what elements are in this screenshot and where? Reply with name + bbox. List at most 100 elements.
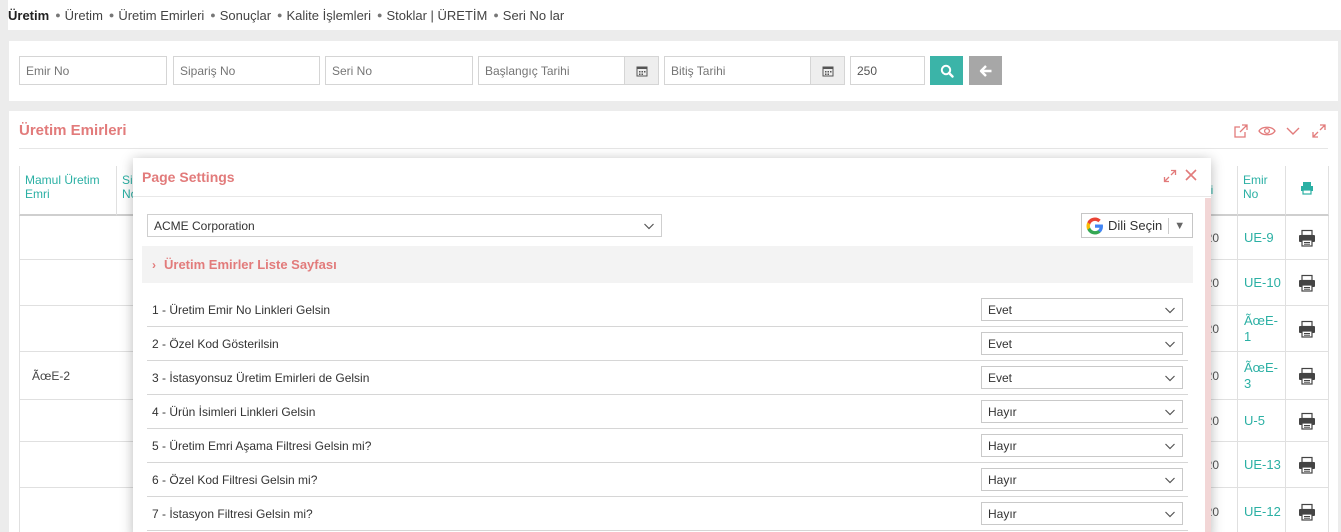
printer-icon — [1301, 182, 1313, 195]
calendar-icon[interactable] — [625, 56, 659, 85]
company-select[interactable]: ACME Corporation — [147, 214, 662, 237]
chevron-down-icon — [1165, 511, 1175, 517]
breadcrumb-separator: ● — [493, 10, 499, 20]
arrow-left-icon — [979, 64, 991, 77]
section-title: Üretim Emirler Liste Sayfası — [164, 257, 337, 272]
print-button[interactable] — [1285, 216, 1329, 259]
setting-value: Hayır — [988, 506, 1017, 521]
print-button[interactable] — [1285, 488, 1329, 532]
cell-emir-link[interactable]: UE-13 — [1237, 442, 1285, 487]
calendar-icon[interactable] — [811, 56, 845, 85]
setting-value: Hayır — [988, 472, 1017, 487]
divider — [1168, 217, 1170, 234]
breadcrumb-item-stoklar[interactable]: Stoklar | ÜRETİM — [386, 8, 487, 23]
divider — [133, 196, 1211, 197]
siparis-no-input[interactable] — [173, 56, 320, 85]
printer-icon — [1299, 503, 1315, 521]
bitis-tarihi-input[interactable] — [664, 56, 811, 85]
modal-scrollbar[interactable] — [1205, 198, 1211, 532]
setting-row: 6 - Özel Kod Filtresi Gelsin mi? Hayır — [147, 463, 1188, 497]
expand-icon[interactable] — [1310, 122, 1328, 140]
printer-icon — [1299, 229, 1315, 247]
setting-select[interactable]: Evet — [981, 298, 1183, 321]
column-header-emir-no[interactable]: Emir No — [1237, 166, 1285, 216]
printer-icon — [1299, 456, 1315, 474]
printer-icon — [1299, 274, 1315, 292]
expand-icon[interactable] — [1163, 169, 1179, 185]
cell-emir-link[interactable]: ÃœE-1 — [1237, 306, 1285, 351]
language-select-button[interactable]: Dili Seçin ▼ — [1081, 213, 1193, 238]
setting-row: 2 - Özel Kod Gösterilsin Evet — [147, 327, 1188, 361]
breadcrumb-item-uretim-emirleri[interactable]: Üretim Emirleri — [118, 8, 204, 23]
breadcrumb-item-uretim[interactable]: Üretim — [65, 8, 103, 23]
breadcrumb-item-uretim-root[interactable]: Üretim — [8, 8, 49, 23]
cell-emir-link[interactable]: UE-10 — [1237, 260, 1285, 305]
google-logo-icon — [1086, 217, 1103, 234]
printer-icon — [1299, 412, 1315, 430]
search-icon — [940, 64, 954, 78]
breadcrumb-item-kalite[interactable]: Kalite İşlemleri — [286, 8, 371, 23]
chevron-down-icon — [1165, 443, 1175, 449]
print-button[interactable] — [1285, 400, 1329, 441]
cell-mamul: ÃœE-2 — [19, 352, 116, 399]
page-settings-modal: Page Settings ACME Corporation Dili Seçi… — [133, 158, 1211, 532]
print-button[interactable] — [1285, 442, 1329, 487]
setting-label: 6 - Özel Kod Filtresi Gelsin mi? — [152, 473, 318, 487]
printer-icon — [1299, 320, 1315, 338]
export-icon[interactable] — [1232, 122, 1250, 140]
breadcrumb-item-seri-no[interactable]: Seri No lar — [503, 8, 564, 23]
setting-select[interactable]: Evet — [981, 332, 1183, 355]
setting-label: 1 - Üretim Emir No Linkleri Gelsin — [152, 303, 331, 317]
setting-row: 4 - Ürün İsimleri Linkleri Gelsin Hayır — [147, 395, 1188, 429]
setting-row: 7 - İstasyon Filtresi Gelsin mi? Hayır — [147, 497, 1188, 531]
chevron-right-icon: › — [152, 257, 156, 272]
breadcrumb: Üretim ● Üretim ● Üretim Emirleri ● Sonu… — [8, 0, 1341, 30]
chevron-down-icon[interactable] — [1284, 122, 1302, 140]
emir-no-input[interactable] — [19, 56, 167, 85]
chevron-down-icon — [1165, 477, 1175, 483]
column-header-print[interactable] — [1285, 166, 1329, 216]
print-button[interactable] — [1285, 306, 1329, 351]
cell-emir-link[interactable]: ÃœE-3 — [1237, 352, 1285, 399]
print-button[interactable] — [1285, 260, 1329, 305]
limit-input[interactable] — [850, 56, 925, 85]
close-icon[interactable] — [1184, 168, 1200, 184]
setting-value: Hayır — [988, 438, 1017, 453]
divider — [19, 148, 1328, 149]
setting-row: 5 - Üretim Emri Aşama Filtresi Gelsin mi… — [147, 429, 1188, 463]
seri-no-input[interactable] — [325, 56, 473, 85]
cell-mamul — [19, 306, 116, 351]
setting-select[interactable]: Hayır — [981, 434, 1183, 457]
chevron-down-icon — [1165, 409, 1175, 415]
cell-mamul — [19, 488, 116, 532]
eye-icon[interactable] — [1258, 122, 1276, 140]
breadcrumb-separator: ● — [277, 10, 283, 20]
setting-select[interactable]: Evet — [981, 366, 1183, 389]
panel-title: Üretim Emirleri — [19, 122, 127, 139]
setting-select[interactable]: Hayır — [981, 502, 1183, 525]
search-button[interactable] — [930, 56, 963, 85]
cell-emir-link[interactable]: U-5 — [1237, 400, 1285, 441]
setting-row: 3 - İstasyonsuz Üretim Emirleri de Gelsi… — [147, 361, 1188, 395]
breadcrumb-item-sonuclar[interactable]: Sonuçlar — [220, 8, 271, 23]
breadcrumb-separator: ● — [55, 10, 61, 20]
setting-label: 3 - İstasyonsuz Üretim Emirleri de Gelsi… — [152, 371, 370, 385]
filter-panel — [9, 41, 1338, 101]
caret-down-icon: ▼ — [1174, 219, 1186, 232]
chevron-down-icon — [644, 223, 654, 229]
settings-section-header[interactable]: › Üretim Emirler Liste Sayfası — [142, 246, 1193, 283]
chevron-down-icon — [1165, 341, 1175, 347]
printer-icon — [1299, 367, 1315, 385]
cell-emir-link[interactable]: UE-12 — [1237, 488, 1285, 532]
setting-value: Hayır — [988, 404, 1017, 419]
setting-label: 4 - Ürün İsimleri Linkleri Gelsin — [152, 405, 316, 419]
column-header-mamul[interactable]: Mamul Üretim Emri — [19, 166, 116, 216]
baslangic-tarihi-input[interactable] — [478, 56, 625, 85]
print-button[interactable] — [1285, 352, 1329, 399]
back-button[interactable] — [969, 56, 1002, 85]
breadcrumb-separator: ● — [210, 10, 216, 20]
cell-emir-link[interactable]: UE-9 — [1237, 216, 1285, 259]
setting-select[interactable]: Hayır — [981, 400, 1183, 423]
panel-toolbar — [1232, 122, 1328, 140]
setting-select[interactable]: Hayır — [981, 468, 1183, 491]
